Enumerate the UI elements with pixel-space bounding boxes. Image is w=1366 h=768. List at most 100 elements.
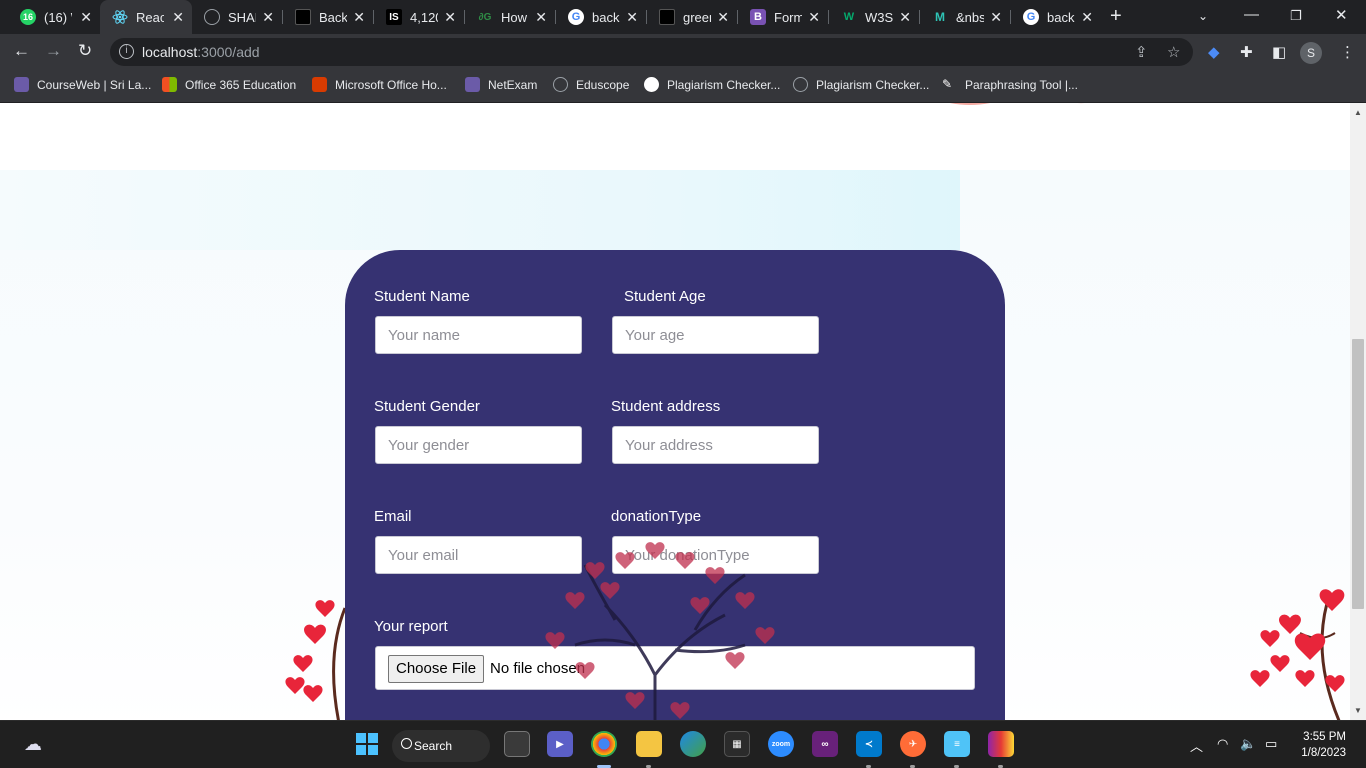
tab-react-app[interactable]: React App ✕ [100, 0, 192, 34]
close-icon[interactable]: ✕ [990, 9, 1002, 26]
battery-icon[interactable]: ▭ [1265, 736, 1277, 752]
tab-nbsp[interactable]: M &nbsp ✕ [920, 0, 1010, 34]
tab-google-backend-2[interactable]: G backend ✕ [1011, 0, 1101, 34]
page-scrollbar[interactable]: ▲ ▼ [1350, 103, 1366, 720]
winrar-icon[interactable] [988, 731, 1014, 757]
visual-studio-icon[interactable]: ∞ [812, 731, 838, 757]
email-input[interactable] [375, 536, 582, 574]
tab-shams[interactable]: SHAMS ✕ [192, 0, 282, 34]
scroll-up-arrow-icon[interactable]: ▲ [1354, 108, 1362, 117]
bookmark-office-home[interactable]: Microsoft Office Ho... [312, 77, 447, 92]
close-icon[interactable]: ✕ [172, 9, 184, 26]
new-tab-button[interactable]: + [1110, 5, 1122, 28]
vscode-icon[interactable]: ≺ [856, 731, 882, 757]
close-icon[interactable]: ✕ [353, 9, 365, 26]
tab-whatsapp[interactable]: 16 (16) WhatsApp ✕ [8, 0, 100, 34]
bookmark-plagiarism-2[interactable]: Plagiarism Checker... [793, 77, 929, 92]
tab-backend[interactable]: Backend ✕ [283, 0, 373, 34]
tab-search-chevron-icon[interactable]: ⌄ [1198, 9, 1208, 23]
postman-icon[interactable]: ✈ [900, 731, 926, 757]
w3schools-icon: W [843, 11, 855, 23]
weather-icon[interactable]: ☁ [20, 731, 46, 757]
bookmark-office365[interactable]: Office 365 Education [162, 77, 296, 92]
netexam-icon [465, 77, 480, 92]
donation-type-label: donationType [611, 508, 702, 525]
tab-how[interactable]: ∂G How ✕ [465, 0, 555, 34]
extension-shield-icon[interactable]: ◆ [1208, 43, 1220, 61]
tab-google-backend[interactable]: G backend ✕ [556, 0, 646, 34]
google-icon: G [1023, 9, 1039, 25]
tab-title: How [501, 9, 528, 25]
chrome-icon[interactable] [591, 731, 617, 757]
scrollbar-thumb[interactable] [1352, 339, 1364, 609]
close-icon[interactable]: ✕ [1081, 9, 1093, 26]
close-icon[interactable]: ✕ [899, 9, 911, 26]
wifi-icon[interactable]: ◠ [1217, 736, 1228, 752]
address-bar[interactable]: i localhost:3000/add ⇪ ☆ [110, 38, 1193, 66]
tab-green[interactable]: green ✕ [647, 0, 737, 34]
close-icon[interactable]: ✕ [444, 9, 456, 26]
profile-avatar[interactable]: S [1300, 42, 1322, 64]
taskbar-search[interactable]: Search [392, 730, 490, 762]
bookmarks-bar: CourseWeb | Sri La... Office 365 Educati… [0, 70, 1366, 103]
close-window-button[interactable]: ✕ [1335, 6, 1348, 24]
start-button[interactable] [354, 731, 380, 757]
zoom-icon[interactable]: zoom [768, 731, 794, 757]
close-icon[interactable]: ✕ [808, 9, 820, 26]
share-icon[interactable]: ⇪ [1135, 43, 1148, 61]
donation-type-input[interactable] [612, 536, 819, 574]
office-home-icon [312, 77, 327, 92]
report-file-input[interactable]: Choose File No file chosen [375, 646, 975, 690]
is-icon: IS [386, 9, 402, 25]
tab-title: SHAMS [228, 9, 256, 25]
minimize-button[interactable]: — [1244, 6, 1259, 23]
tab-title: Form [774, 9, 802, 25]
tab-title: (16) WhatsApp [44, 9, 72, 25]
tab-title: Backend [319, 9, 347, 25]
volume-icon[interactable]: 🔈 [1240, 736, 1256, 752]
menu-kebab-icon[interactable]: ⋮ [1340, 43, 1355, 61]
microsoft-store-icon[interactable]: ▦ [724, 731, 750, 757]
close-icon[interactable]: ✕ [626, 9, 638, 26]
student-name-input[interactable] [375, 316, 582, 354]
task-view-icon[interactable] [504, 731, 530, 757]
close-icon[interactable]: ✕ [535, 9, 547, 26]
student-age-input[interactable] [612, 316, 819, 354]
tab-is[interactable]: IS 4,120 ✕ [374, 0, 464, 34]
tab-w3schools[interactable]: W W3Schools ✕ [829, 0, 919, 34]
bookmark-plagiarism-1[interactable]: Plagiarism Checker... [644, 77, 780, 92]
tab-title: 4,120 [410, 9, 438, 25]
taskbar-clock[interactable]: 3:55 PM 1/8/2023 [1296, 729, 1346, 761]
google-icon: G [568, 9, 584, 25]
scroll-down-arrow-icon[interactable]: ▼ [1354, 706, 1362, 715]
choose-file-button[interactable]: Choose File [388, 655, 485, 683]
tab-form[interactable]: B Form ✕ [738, 0, 828, 34]
notepad-icon[interactable]: ≡ [944, 731, 970, 757]
reload-button[interactable]: ↻ [78, 41, 92, 61]
site-info-icon[interactable]: i [119, 44, 134, 59]
close-icon[interactable]: ✕ [80, 9, 92, 26]
forward-button[interactable]: → [45, 41, 62, 61]
tab-title: green [683, 9, 711, 25]
teams-chat-icon[interactable]: ▶ [547, 731, 573, 757]
file-explorer-icon[interactable] [636, 731, 662, 757]
bookmark-courseweb[interactable]: CourseWeb | Sri La... [14, 77, 151, 92]
bookmark-paraphrasing[interactable]: ✎ Paraphrasing Tool |... [942, 77, 1078, 92]
side-panel-icon[interactable]: ◧ [1272, 43, 1286, 61]
extensions-puzzle-icon[interactable]: ✚ [1240, 43, 1253, 61]
student-form-card: Student Name Student Age Student Gender … [345, 250, 1005, 720]
edge-icon[interactable] [680, 731, 706, 757]
bookmark-star-icon[interactable]: ☆ [1167, 43, 1180, 61]
mdn-icon: M [935, 10, 945, 24]
restore-button[interactable]: ❐ [1290, 8, 1302, 24]
close-icon[interactable]: ✕ [717, 9, 729, 26]
url-text[interactable]: localhost:3000/add [142, 44, 260, 60]
bookmark-eduscope[interactable]: Eduscope [553, 77, 629, 92]
close-icon[interactable]: ✕ [262, 9, 274, 26]
show-hidden-icons-chevron-icon[interactable]: ︿ [1190, 736, 1203, 755]
back-button[interactable]: ← [13, 41, 30, 61]
bookmark-netexam[interactable]: NetExam [465, 77, 537, 92]
student-gender-input[interactable] [375, 426, 582, 464]
student-name-label: Student Name [374, 288, 470, 305]
student-address-input[interactable] [612, 426, 819, 464]
